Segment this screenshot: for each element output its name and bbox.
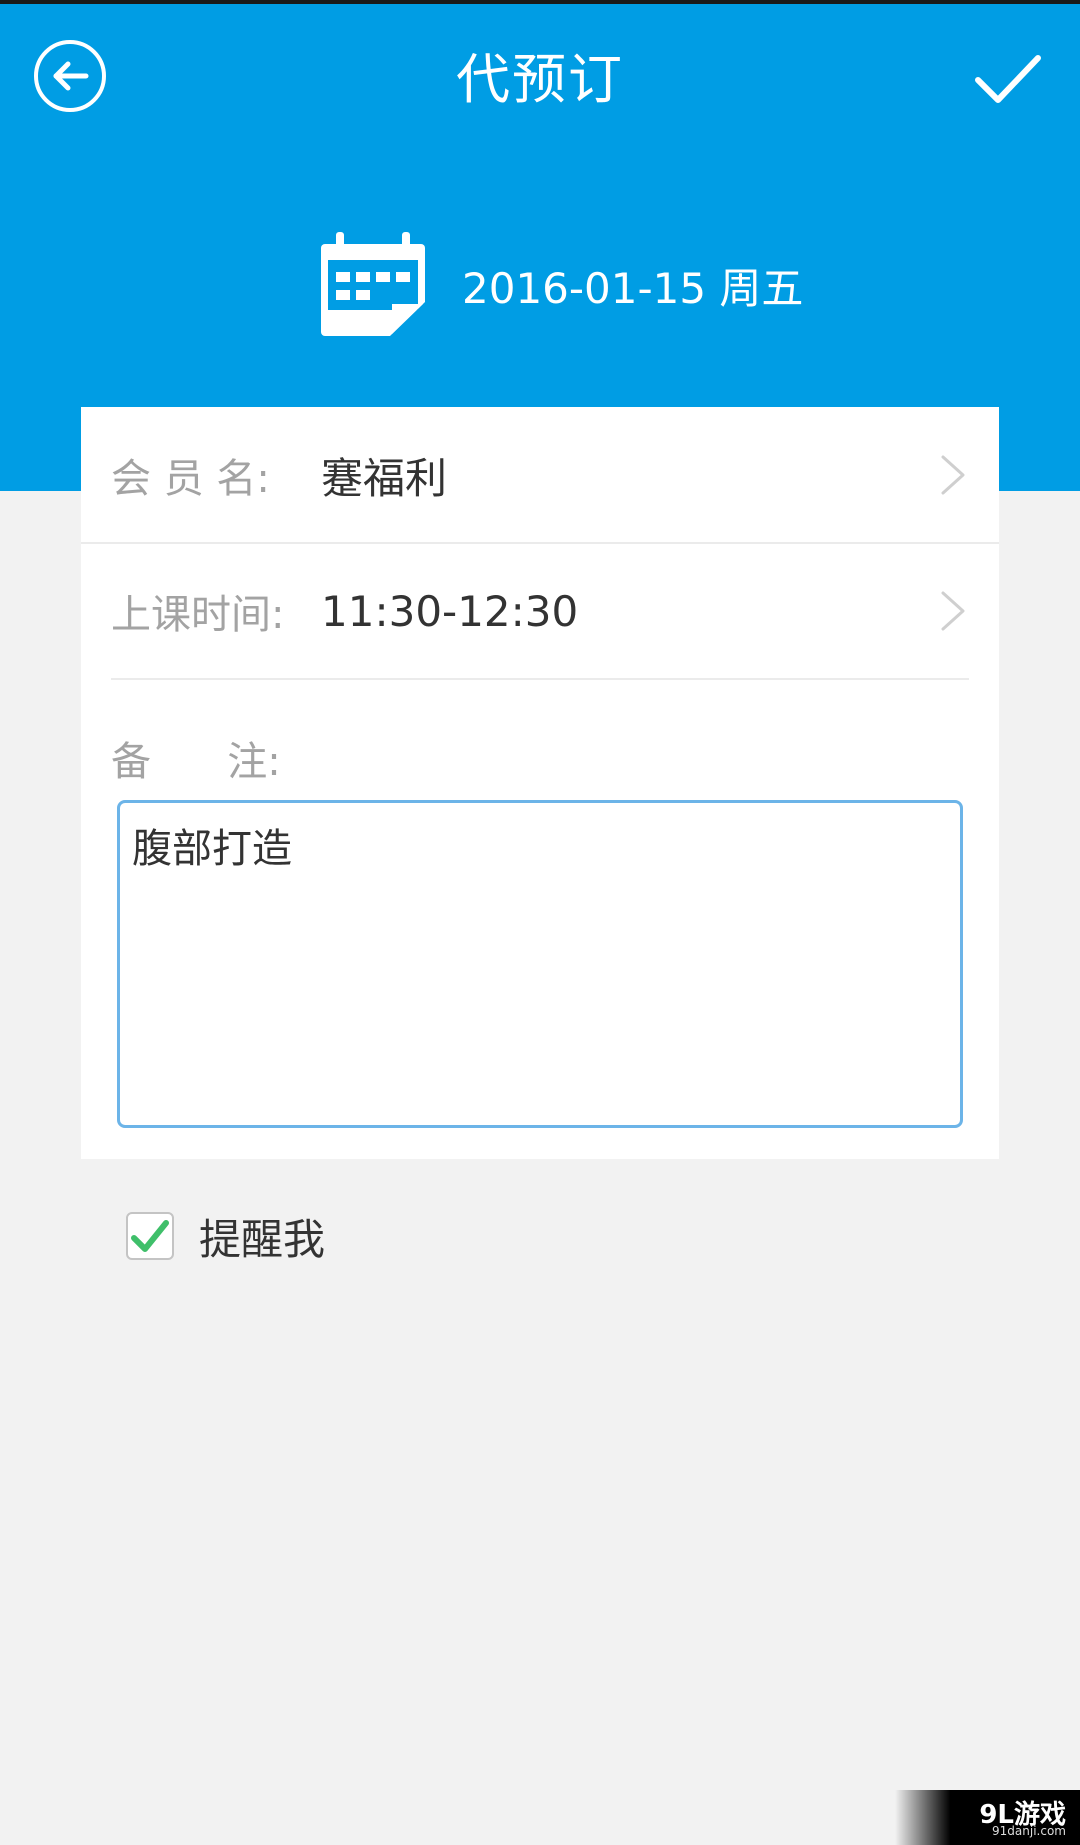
page-title: 代预订 bbox=[456, 48, 624, 111]
confirm-button[interactable] bbox=[972, 50, 1044, 110]
remind-me-toggle[interactable]: 提醒我 bbox=[126, 1210, 325, 1264]
class-time-label: 上课时间: bbox=[111, 592, 285, 638]
watermark: 9L游戏 91danji.com bbox=[895, 1790, 1080, 1845]
member-value: 蹇福利 bbox=[321, 453, 448, 503]
note-label: 备 注: bbox=[111, 739, 281, 785]
chevron-right-icon bbox=[941, 455, 965, 495]
date-text: 2016-01-15 周五 bbox=[462, 263, 804, 313]
chevron-right-icon bbox=[941, 591, 965, 631]
note-textarea[interactable]: 腹部打造 bbox=[117, 800, 963, 1128]
watermark-site: 91danji.com bbox=[992, 1824, 1066, 1838]
divider bbox=[111, 678, 969, 680]
check-icon bbox=[131, 1220, 169, 1252]
remind-label: 提醒我 bbox=[199, 1214, 326, 1264]
class-time-value: 11:30-12:30 bbox=[321, 586, 579, 636]
member-row[interactable]: 会 员 名: 蹇福利 bbox=[81, 407, 999, 543]
checkmark-icon bbox=[975, 55, 1041, 103]
date-display: 2016-01-15 周五 bbox=[318, 230, 803, 340]
booking-form-card: 会 员 名: 蹇福利 上课时间: 11:30-12:30 备 注: 腹部打造 bbox=[81, 407, 999, 1159]
remind-checkbox[interactable] bbox=[126, 1212, 174, 1260]
member-label: 会 员 名: bbox=[111, 456, 270, 502]
class-time-row[interactable]: 上课时间: 11:30-12:30 bbox=[81, 543, 999, 679]
calendar-icon bbox=[321, 232, 425, 336]
